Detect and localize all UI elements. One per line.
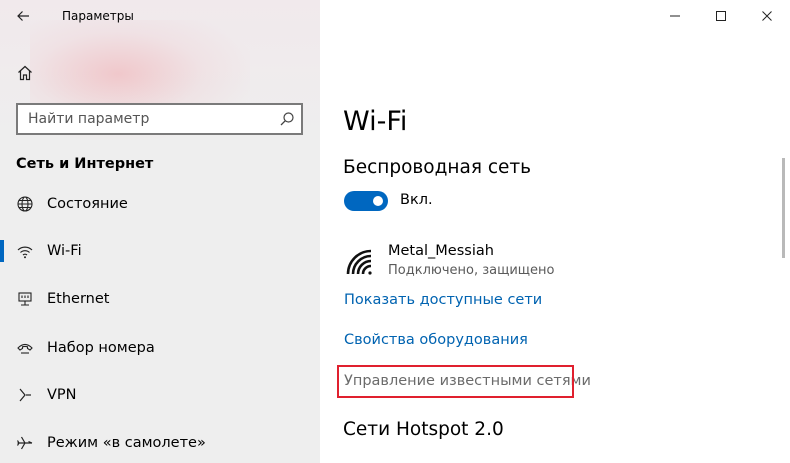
close-button[interactable] [744, 0, 790, 32]
show-available-networks-link[interactable]: Показать доступные сети [344, 292, 542, 308]
sidebar-item-label: Режим «в самолете» [47, 435, 206, 451]
wireless-network-title: Беспроводная сеть [343, 157, 532, 178]
sidebar: Параметры Сеть и Интернет Состояние [0, 0, 320, 463]
maximize-icon [716, 11, 726, 21]
airplane-icon [14, 432, 36, 454]
vpn-icon [14, 384, 36, 406]
phone-icon [14, 337, 36, 359]
network-status: Подключено, защищено [388, 263, 555, 278]
wifi-signal-icon[interactable] [344, 247, 378, 275]
minimize-button[interactable] [652, 0, 698, 32]
ethernet-icon [14, 288, 36, 310]
titlebar-left: Параметры [0, 0, 320, 32]
scrollbar[interactable] [782, 158, 785, 258]
sidebar-item-status[interactable]: Состояние [0, 181, 320, 227]
back-button[interactable] [0, 0, 46, 32]
sidebar-item-label: Wi-Fi [47, 243, 82, 259]
sidebar-item-label: Ethernet [47, 291, 110, 307]
search-box[interactable] [16, 103, 303, 135]
highlight-frame [337, 365, 574, 398]
globe-icon [14, 193, 36, 215]
network-name[interactable]: Metal_Messiah [388, 243, 494, 259]
search-icon [280, 112, 294, 126]
toggle-knob [373, 196, 383, 206]
sidebar-item-vpn[interactable]: VPN [0, 372, 320, 418]
wifi-icon [14, 240, 36, 262]
sidebar-item-airplane[interactable]: Режим «в самолете» [0, 420, 320, 463]
back-arrow-icon [17, 11, 29, 21]
sidebar-item-dialup[interactable]: Набор номера [0, 325, 320, 371]
sidebar-item-wifi[interactable]: Wi-Fi [0, 228, 320, 274]
sidebar-item-label: VPN [47, 387, 77, 403]
main-content: Wi-Fi Беспроводная сеть Вкл. Metal_Messi… [320, 0, 790, 463]
hardware-properties-link[interactable]: Свойства оборудования [344, 332, 528, 348]
section-header: Сеть и Интернет [16, 156, 154, 172]
app-title: Параметры [62, 9, 134, 23]
minimize-icon [670, 15, 680, 17]
search-input[interactable] [18, 105, 273, 133]
search-button[interactable] [273, 105, 301, 133]
close-icon [762, 11, 772, 21]
wifi-toggle[interactable] [344, 191, 388, 211]
home-icon [18, 65, 32, 81]
sidebar-item-label: Набор номера [47, 340, 155, 356]
sidebar-item-label: Состояние [47, 196, 128, 212]
hotspot-section-title: Сети Hotspot 2.0 [343, 419, 504, 440]
page-title: Wi-Fi [343, 106, 408, 137]
maximize-button[interactable] [698, 0, 744, 32]
toggle-label: Вкл. [400, 192, 433, 208]
sidebar-item-ethernet[interactable]: Ethernet [0, 276, 320, 322]
home-button[interactable] [8, 58, 42, 88]
